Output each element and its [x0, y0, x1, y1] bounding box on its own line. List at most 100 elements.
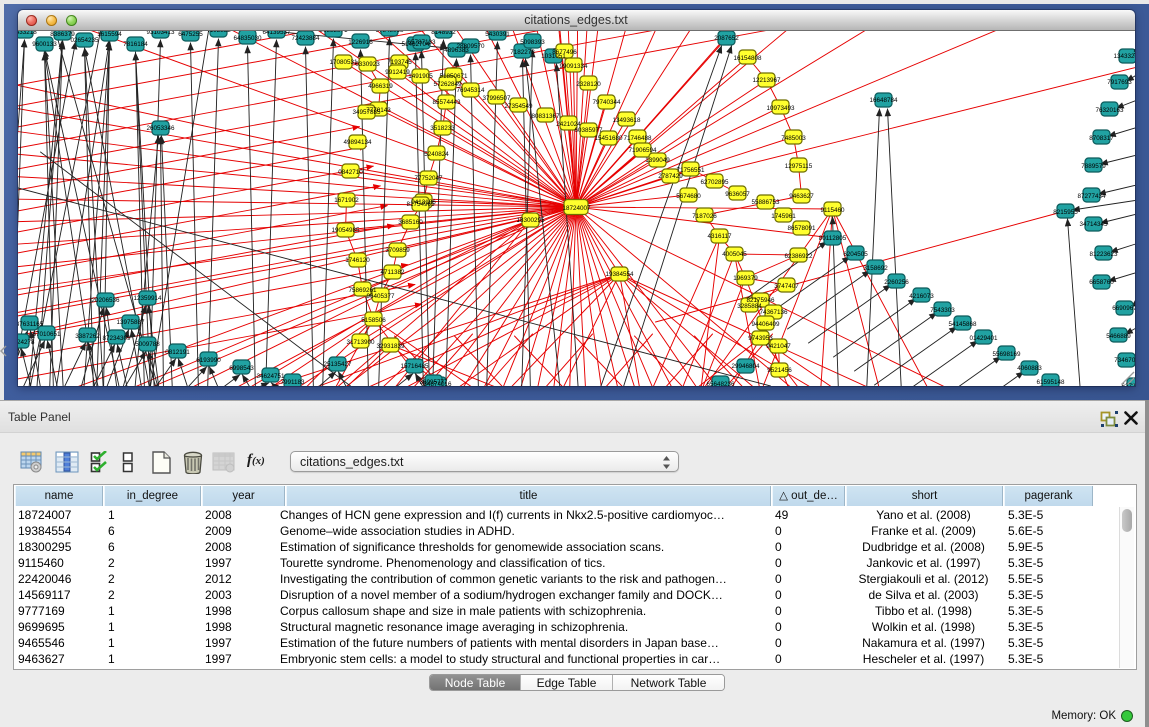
svg-text:8215955: 8215955 — [1053, 209, 1078, 216]
svg-text:65648236: 65648236 — [706, 381, 735, 386]
svg-text:34714345: 34714345 — [1079, 221, 1108, 228]
svg-text:96532871: 96532871 — [319, 31, 348, 34]
svg-text:71906594: 71906594 — [628, 147, 657, 154]
svg-text:9421047: 9421047 — [766, 343, 791, 350]
svg-text:0812191: 0812191 — [165, 349, 190, 356]
svg-text:94406409: 94406409 — [751, 321, 780, 328]
svg-text:49894134: 49894134 — [343, 139, 372, 146]
svg-text:25135427: 25135427 — [323, 361, 352, 368]
svg-text:9912419: 9912419 — [385, 69, 410, 76]
svg-text:3685160: 3685160 — [398, 219, 423, 226]
svg-text:00524278: 00524278 — [18, 339, 35, 346]
svg-text:80112805: 80112805 — [818, 235, 846, 242]
svg-text:79740344: 79740344 — [592, 99, 621, 106]
svg-text:2087652: 2087652 — [714, 35, 739, 42]
svg-text:13975887: 13975887 — [116, 319, 145, 326]
svg-text:1226916: 1226916 — [348, 39, 373, 46]
svg-text:93103413: 93103413 — [146, 31, 175, 36]
svg-text:34957885: 34957885 — [352, 109, 381, 116]
svg-text:3709859: 3709859 — [385, 247, 410, 254]
svg-text:15451680: 15451680 — [594, 135, 623, 142]
svg-text:9521456: 9521456 — [767, 367, 792, 374]
svg-text:6475255: 6475255 — [178, 31, 203, 38]
svg-text:1615594: 1615594 — [97, 31, 122, 38]
svg-text:1399049: 1399049 — [645, 157, 670, 164]
svg-text:01429401: 01429401 — [969, 335, 998, 342]
svg-text:6204505: 6204505 — [843, 251, 868, 258]
svg-text:17080531: 17080531 — [329, 59, 358, 66]
svg-text:1745961: 1745961 — [771, 213, 796, 220]
svg-text:81754965: 81754965 — [406, 201, 435, 208]
svg-text:6690967: 6690967 — [1112, 305, 1135, 312]
svg-text:96405377: 96405377 — [366, 293, 395, 300]
svg-text:77752047: 77752047 — [414, 175, 443, 182]
svg-text:5098393: 5098393 — [520, 39, 545, 46]
svg-text:2328120: 2328120 — [576, 81, 601, 88]
svg-text:6193990: 6193990 — [196, 357, 221, 364]
svg-text:7816184: 7816184 — [123, 41, 148, 48]
svg-text:3747407: 3747407 — [774, 283, 799, 290]
svg-text:7485003: 7485003 — [781, 135, 806, 142]
svg-text:13493618: 13493618 — [612, 117, 641, 124]
svg-text:0842710: 0842710 — [338, 169, 363, 176]
svg-text:5430391: 5430391 — [485, 31, 510, 38]
svg-text:65787133: 65787133 — [407, 39, 436, 46]
svg-text:64835030: 64835030 — [233, 35, 262, 42]
svg-text:67010651: 67010651 — [32, 331, 61, 338]
svg-text:20206536: 20206536 — [91, 297, 120, 304]
svg-text:5674680: 5674680 — [676, 193, 701, 200]
svg-text:02654235: 02654235 — [70, 37, 99, 44]
svg-text:10973493: 10973493 — [766, 105, 795, 112]
svg-text:5466889: 5466889 — [1106, 333, 1131, 340]
svg-text:31713900: 31713900 — [346, 339, 375, 346]
svg-text:4896383: 4896383 — [444, 47, 469, 54]
svg-text:9463627: 9463627 — [789, 193, 814, 200]
svg-text:76320163: 76320163 — [1095, 107, 1124, 114]
svg-text:2260256: 2260256 — [884, 279, 909, 286]
svg-text:9743953: 9743953 — [748, 335, 773, 342]
svg-text:1969379: 1969379 — [733, 275, 758, 282]
svg-text:87277434: 87277434 — [1077, 193, 1106, 200]
svg-text:27354549: 27354549 — [504, 103, 533, 110]
svg-text:55886753: 55886753 — [751, 199, 780, 206]
svg-text:12975115: 12975115 — [784, 163, 812, 170]
svg-text:99091334: 99091334 — [559, 63, 588, 70]
svg-text:62702895: 62702895 — [700, 179, 729, 186]
svg-text:18724007: 18724007 — [562, 205, 591, 212]
svg-text:37996507: 37996507 — [482, 95, 511, 102]
svg-text:5009788: 5009788 — [135, 341, 160, 348]
svg-text:51850671: 51850671 — [439, 73, 468, 80]
svg-text:7917693: 7917693 — [1107, 79, 1132, 86]
svg-text:64139537: 64139537 — [262, 31, 291, 36]
svg-text:97848018: 97848018 — [375, 31, 404, 34]
svg-text:7187026: 7187026 — [692, 213, 717, 220]
svg-text:5240824: 5240824 — [424, 151, 449, 158]
svg-text:0433218: 0433218 — [18, 31, 37, 36]
svg-text:13433200: 13433200 — [1113, 53, 1135, 60]
svg-text:8708317: 8708317 — [1089, 135, 1114, 142]
svg-text:19054985: 19054985 — [331, 227, 360, 234]
svg-text:7889579: 7889579 — [1081, 163, 1106, 170]
svg-text:7182278: 7182278 — [510, 49, 535, 56]
svg-text:9115460: 9115460 — [820, 207, 845, 214]
svg-text:61595148: 61595148 — [1036, 379, 1065, 386]
svg-text:86578091: 86578091 — [787, 225, 816, 232]
svg-text:32931839: 32931839 — [376, 343, 405, 350]
svg-text:8677496: 8677496 — [552, 49, 577, 56]
svg-text:4711382: 4711382 — [380, 269, 405, 276]
svg-text:3387262: 3387262 — [75, 333, 100, 340]
svg-text:55698169: 55698169 — [992, 351, 1021, 358]
svg-text:7193745: 7193745 — [387, 59, 412, 66]
svg-text:1491905: 1491905 — [408, 73, 433, 80]
svg-text:4005045: 4005045 — [722, 251, 747, 258]
svg-text:4966319: 4966319 — [368, 83, 393, 90]
svg-text:60385977: 60385977 — [574, 127, 603, 134]
svg-text:76945314: 76945314 — [456, 87, 485, 94]
svg-text:87234309: 87234309 — [102, 335, 131, 342]
svg-text:12213967: 12213967 — [752, 77, 781, 84]
svg-text:8148932: 8148932 — [431, 31, 456, 36]
svg-text:6998543: 6998543 — [229, 365, 254, 372]
svg-text:62386922: 62386922 — [784, 253, 813, 260]
svg-text:2787429: 2787429 — [658, 173, 683, 180]
svg-text:12359914: 12359914 — [133, 295, 162, 302]
